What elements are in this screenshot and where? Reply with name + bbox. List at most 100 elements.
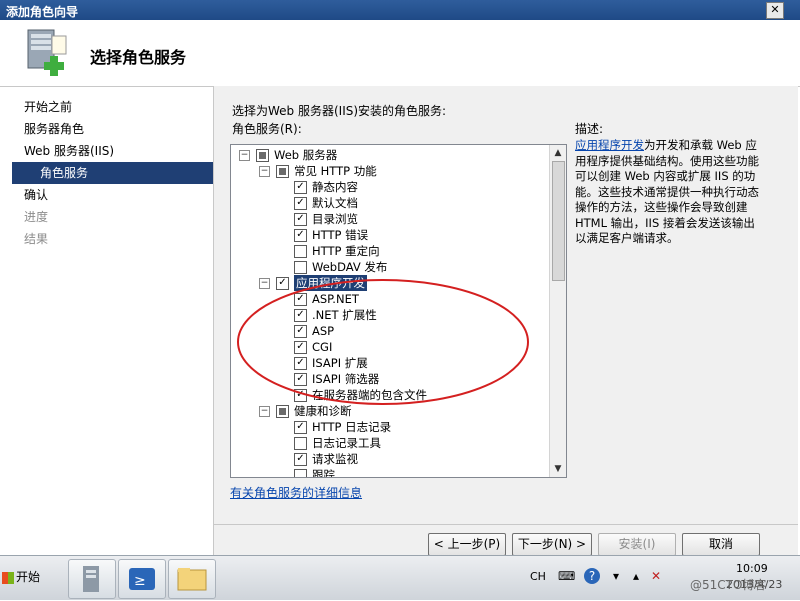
role-checkbox[interactable]: ✓ <box>294 229 307 242</box>
tree-item-label: ISAPI 扩展 <box>312 356 368 370</box>
tree-item[interactable]: ✓ 在服务器端的包含文件 <box>231 387 549 403</box>
speaker-muted-icon[interactable]: ✕ <box>648 568 664 584</box>
prompt-text: 选择为Web 服务器(IIS)安装的角色服务: <box>232 104 447 118</box>
tree-item-label: WebDAV 发布 <box>312 260 388 274</box>
tree-item[interactable]: ✓ ASP <box>231 323 549 339</box>
taskbar-explorer[interactable] <box>168 559 216 599</box>
role-services-tree[interactable]: − Web 服务器 − 常见 HTTP 功能 ✓ 静态内容 ✓ 默认文档 ✓ 目录浏览 ✓ HTTP … <box>230 144 567 478</box>
tree-item-label: 健康和诊断 <box>294 404 352 418</box>
tree-item-label: HTTP 重定向 <box>312 244 380 258</box>
tree-item-label: .NET 扩展性 <box>312 308 377 322</box>
role-checkbox[interactable]: ✓ <box>294 197 307 210</box>
prev-button[interactable]: < 上一步(P) <box>428 533 506 556</box>
tree-item[interactable]: − 健康和诊断 <box>231 403 549 419</box>
role-checkbox[interactable] <box>294 245 307 258</box>
tree-item-label: 跟踪 <box>312 468 335 478</box>
tree-item-label: 在服务器端的包含文件 <box>312 388 427 402</box>
role-checkbox[interactable]: ✓ <box>294 373 307 386</box>
description-link[interactable]: 应用程序开发 <box>575 138 644 152</box>
collapse-toggle-icon[interactable]: − <box>239 150 250 161</box>
nav-step[interactable]: 开始之前 <box>12 96 213 118</box>
tree-item[interactable]: ✓ .NET 扩展性 <box>231 307 549 323</box>
role-checkbox[interactable] <box>294 437 307 450</box>
tree-item-label: 目录浏览 <box>312 212 358 226</box>
tree-item[interactable]: − Web 服务器 <box>231 147 549 163</box>
tree-item[interactable]: − 常见 HTTP 功能 <box>231 163 549 179</box>
scroll-down-icon[interactable]: ▼ <box>550 461 566 477</box>
role-checkbox[interactable] <box>294 261 307 274</box>
role-checkbox[interactable] <box>276 405 289 418</box>
role-checkbox[interactable]: ✓ <box>294 389 307 402</box>
window-title: 添加角色向导 <box>6 5 79 19</box>
tree-scrollbar[interactable]: ▲ ▼ <box>549 145 566 477</box>
keyboard-icon[interactable]: ⌨ <box>558 568 575 584</box>
language-indicator[interactable]: CH <box>530 570 546 583</box>
role-checkbox[interactable]: ✓ <box>294 421 307 434</box>
collapse-toggle-icon[interactable]: − <box>259 278 270 289</box>
cancel-button[interactable]: 取消 <box>682 533 760 556</box>
tree-item-label: 日志记录工具 <box>312 436 381 450</box>
role-checkbox[interactable] <box>256 149 269 162</box>
close-button[interactable]: ✕ <box>766 2 784 19</box>
tree-item-label: 静态内容 <box>312 180 358 194</box>
role-checkbox[interactable] <box>276 165 289 178</box>
tree-item[interactable]: ✓ 请求监视 <box>231 451 549 467</box>
tree-item[interactable]: WebDAV 发布 <box>231 259 549 275</box>
tree-list: − Web 服务器 − 常见 HTTP 功能 ✓ 静态内容 ✓ 默认文档 ✓ 目录浏览 ✓ HTTP … <box>231 145 549 478</box>
show-hidden-icons-icon[interactable]: ▴ <box>628 568 644 584</box>
wizard-steps: 开始之前 服务器角色 Web 服务器(IIS) 角色服务 确认 进度 结果 <box>12 96 213 250</box>
role-checkbox[interactable]: ✓ <box>294 293 307 306</box>
tree-item[interactable]: ✓ 目录浏览 <box>231 211 549 227</box>
role-checkbox[interactable]: ✓ <box>294 325 307 338</box>
tree-item[interactable]: ✓ HTTP 错误 <box>231 227 549 243</box>
roles-label: 角色服务(R): <box>232 122 302 136</box>
role-checkbox[interactable]: ✓ <box>294 357 307 370</box>
tree-item[interactable]: − ✓ 应用程序开发 <box>231 275 549 291</box>
nav-step[interactable]: 服务器角色 <box>12 118 213 140</box>
role-checkbox[interactable]: ✓ <box>294 213 307 226</box>
clock-time[interactable]: 10:09 <box>736 562 768 575</box>
start-button[interactable]: 开始 <box>2 564 50 590</box>
taskbar-powershell[interactable]: ≥ <box>118 559 166 599</box>
tree-item[interactable]: 跟踪 <box>231 467 549 478</box>
tree-item[interactable]: ✓ HTTP 日志记录 <box>231 419 549 435</box>
tree-item[interactable]: 日志记录工具 <box>231 435 549 451</box>
options-arrow-icon[interactable]: ▾ <box>608 568 624 584</box>
next-button[interactable]: 下一步(N) > <box>512 533 592 556</box>
taskbar-server-manager[interactable] <box>68 559 116 599</box>
start-label: 开始 <box>16 570 41 584</box>
svg-text:≥: ≥ <box>134 573 146 589</box>
role-checkbox[interactable]: ✓ <box>294 181 307 194</box>
wizard-header: 选择角色服务 <box>0 20 800 87</box>
role-checkbox[interactable] <box>294 469 307 477</box>
nav-step: 进度 <box>24 210 49 224</box>
tree-item[interactable]: ✓ CGI <box>231 339 549 355</box>
scroll-thumb[interactable] <box>552 161 565 281</box>
server-add-icon <box>22 26 74 78</box>
role-checkbox[interactable]: ✓ <box>294 453 307 466</box>
more-info-link[interactable]: 有关角色服务的详细信息 <box>230 484 362 501</box>
tree-item[interactable]: ✓ ISAPI 扩展 <box>231 355 549 371</box>
tree-item-label: 应用程序开发 <box>294 275 367 291</box>
tree-item[interactable]: ✓ ASP.NET <box>231 291 549 307</box>
tree-item-label: ASP.NET <box>312 292 359 306</box>
tree-item[interactable]: ✓ 默认文档 <box>231 195 549 211</box>
install-button[interactable]: 安装(I) <box>598 533 676 556</box>
collapse-toggle-icon[interactable]: − <box>259 166 270 177</box>
role-checkbox[interactable]: ✓ <box>276 277 289 290</box>
scroll-up-icon[interactable]: ▲ <box>550 145 566 161</box>
collapse-toggle-icon[interactable]: − <box>259 406 270 417</box>
tree-item[interactable]: ✓ ISAPI 筛选器 <box>231 371 549 387</box>
tree-item-label: ASP <box>312 324 335 338</box>
tree-item[interactable]: HTTP 重定向 <box>231 243 549 259</box>
tree-item-label: Web 服务器 <box>274 148 338 162</box>
nav-step[interactable]: 确认 <box>12 184 213 206</box>
tree-item-label: HTTP 错误 <box>312 228 369 242</box>
tree-item[interactable]: ✓ 静态内容 <box>231 179 549 195</box>
nav-step[interactable]: Web 服务器(IIS) <box>12 140 213 162</box>
nav-step[interactable]: 角色服务 <box>12 162 213 184</box>
watermark: @51CTO博客 <box>690 578 767 592</box>
role-checkbox[interactable]: ✓ <box>294 341 307 354</box>
help-icon[interactable]: ? <box>584 568 600 584</box>
role-checkbox[interactable]: ✓ <box>294 309 307 322</box>
